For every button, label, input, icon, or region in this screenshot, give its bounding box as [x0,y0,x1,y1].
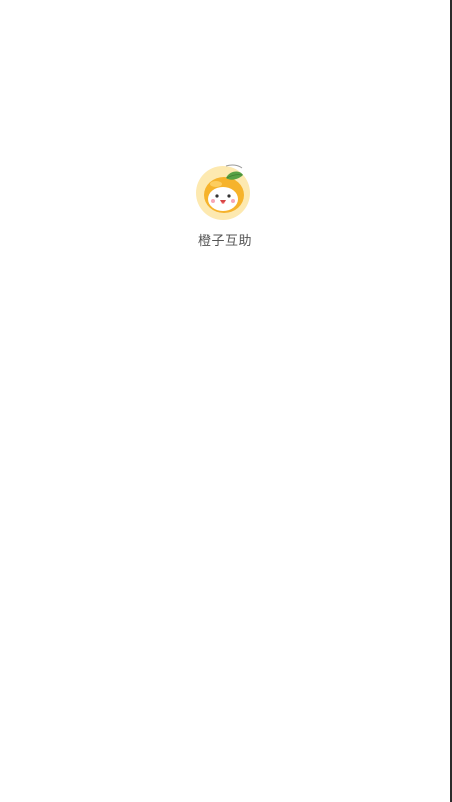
splash-content: 橙子互助 [0,160,450,249]
splash-screen: 橙子互助 [0,0,450,802]
app-logo [196,160,254,220]
orange-mascot-icon [204,164,244,213]
app-name-label: 橙子互助 [197,234,252,249]
